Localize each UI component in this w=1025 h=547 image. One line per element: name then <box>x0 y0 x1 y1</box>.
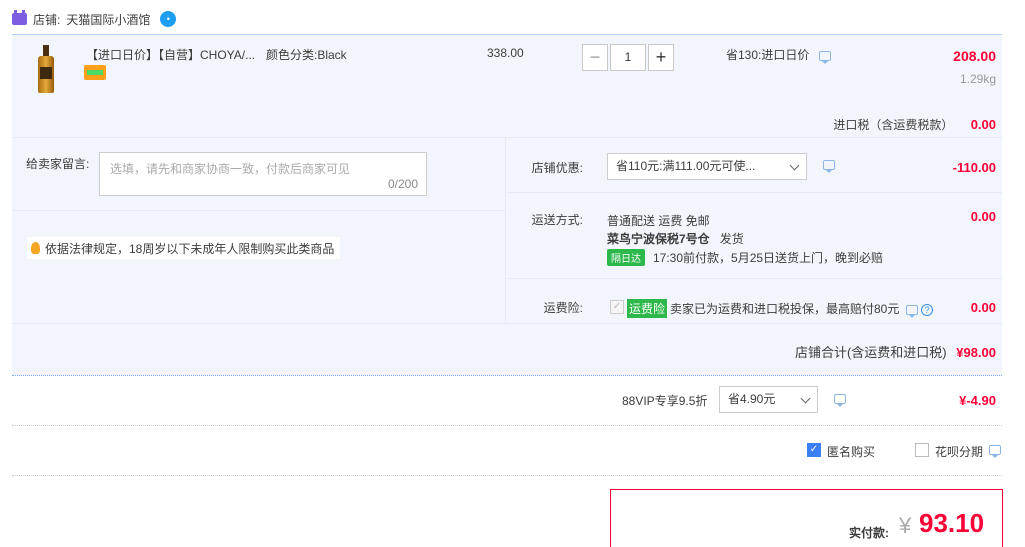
anonymous-label[interactable]: 匿名购买 <box>827 443 875 460</box>
shop-coupon-value: -110.00 <box>952 160 996 175</box>
payment-currency: ¥ <box>899 513 912 538</box>
shop-coupon-select[interactable]: 省110元:满111.00元可使... <box>607 153 807 180</box>
item-promo: 省130:进口日价 <box>726 46 831 64</box>
shipping-label: 运送方式: <box>531 213 583 227</box>
unit-price: 338.00 <box>487 46 524 60</box>
payment-label: 实付款: <box>849 526 889 540</box>
warehouse-name: 菜鸟宁波保税7号仓 <box>607 232 710 246</box>
divider <box>507 278 1002 279</box>
legal-note-text: 依据法律规定，18周岁以下未成年人限制购买此类商品 <box>45 241 335 256</box>
item-row: 【进口日价】【自营】CHOYA/... 颜色分类:Black 338.00 − … <box>12 35 1002 138</box>
shop-name[interactable]: 天猫国际小酒馆 <box>66 11 150 28</box>
divider <box>12 323 1002 324</box>
item-sku: 颜色分类:Black <box>266 48 347 62</box>
insurance-badge: 运费险 <box>627 299 668 318</box>
import-tax-label: 进口税（含运费税款） <box>833 118 954 132</box>
memo-field[interactable]: 选填，请先和商家协商一致，付款后商家可见 0/200 <box>99 152 427 196</box>
help-icon[interactable]: ? <box>921 303 934 316</box>
vip-selected: 省4.90元 <box>728 392 776 406</box>
shop-label: 店铺: <box>33 12 61 27</box>
memo-label: 给卖家留言: <box>26 157 90 171</box>
shop-total-value: ¥98.00 <box>956 345 996 360</box>
shop-header: 店铺: 天猫国际小酒馆 • <box>12 10 177 28</box>
shop-coupon-row: 店铺优惠: 省110元:满111.00元可使... -110.00 <box>507 138 1002 193</box>
installment-checkbox[interactable] <box>915 443 929 457</box>
order-box: 【进口日价】【自营】CHOYA/... 颜色分类:Black 338.00 − … <box>12 34 1002 376</box>
insurance-label: 运费险: <box>543 301 583 315</box>
shop-coupon-selected: 省110元:满111.00元可使... <box>616 159 756 173</box>
shipping-method: 普通配送 运费 免邮 <box>607 214 710 228</box>
insurance-value: 0.00 <box>970 300 996 315</box>
anonymous-checkbox[interactable]: ✓ <box>807 443 821 457</box>
divider <box>12 210 506 211</box>
shipping-warehouse: 菜鸟宁波保税7号仓 发货 <box>607 230 744 247</box>
quantity-input[interactable]: 1 <box>610 44 646 71</box>
installment-label[interactable]: 花呗分期 <box>935 443 983 460</box>
payment-summary: 实付款: ¥ 93.10 <box>610 489 1003 547</box>
comment-icon[interactable] <box>834 394 846 407</box>
wangwang-chat-icon[interactable]: • <box>160 11 177 27</box>
tmall-icon <box>12 10 27 25</box>
options-row: ✓ 匿名购买 花呗分期 <box>12 426 1002 476</box>
comment-icon[interactable] <box>818 50 831 64</box>
item-weight: 1.29kg <box>959 72 996 86</box>
shop-total: 店铺合计(含运费和进口税) ¥98.00 <box>795 342 996 361</box>
memo-placeholder: 选填，请先和商家协商一致，付款后商家可见 <box>110 162 351 176</box>
import-tax: 进口税（含运费税款） 0.00 <box>833 116 996 133</box>
shop-coupon-label: 店铺优惠: <box>531 161 583 175</box>
delivery-promise-text: 17:30前付款，5月25日送货上门，晚到必赔 <box>653 251 884 265</box>
vip-value: ¥-4.90 <box>959 393 996 408</box>
vip-discount-select[interactable]: 省4.90元 <box>719 386 818 413</box>
payment-value: 93.10 <box>919 508 985 538</box>
left-pane: 给卖家留言: 选填，请先和商家协商一致，付款后商家可见 0/200 依据法律规定… <box>12 138 506 323</box>
import-tax-value: 0.00 <box>970 117 996 132</box>
credit-card-icon <box>84 65 106 80</box>
quantity-minus-button[interactable]: − <box>582 44 608 71</box>
item-total: 208.00 <box>953 48 996 64</box>
delivery-promise: 隔日达 17:30前付款，5月25日送货上门，晚到必赔 <box>607 249 883 266</box>
vip-label: 88VIP专享9.5折 <box>622 394 708 408</box>
insurance-text: 卖家已为运费和进口税投保，最高赔付80元 <box>670 302 900 316</box>
shop-total-label: 店铺合计(含运费和进口税) <box>794 345 947 360</box>
next-day-badge: 隔日达 <box>607 249 645 266</box>
vip-discount-row: 88VIP专享9.5折 省4.90元 ¥-4.90 <box>12 376 1002 426</box>
insurance-checkbox: ✓ <box>610 300 624 314</box>
chevron-down-icon <box>800 393 811 404</box>
comment-icon[interactable] <box>989 445 1001 458</box>
product-image[interactable] <box>38 45 54 93</box>
dispatch-text: 发货 <box>719 232 744 246</box>
quantity-plus-button[interactable]: + <box>648 44 674 71</box>
chevron-down-icon <box>789 160 800 171</box>
legal-note: 依据法律规定，18周岁以下未成年人限制购买此类商品 <box>27 237 341 259</box>
shipping-value: 0.00 <box>970 209 996 224</box>
memo-char-count: 0/200 <box>387 177 418 191</box>
comment-icon[interactable] <box>905 304 918 318</box>
insurance-note: 卖家已为运费和进口税投保，最高赔付80元 ? <box>670 300 934 318</box>
quantity-stepper: − 1 + <box>582 44 674 71</box>
comment-icon[interactable] <box>823 160 835 173</box>
item-promo-text: 省130:进口日价 <box>726 48 810 62</box>
item-title[interactable]: 【进口日价】【自营】CHOYA/... <box>86 46 255 63</box>
right-pane: 店铺优惠: 省110元:满111.00元可使... -110.00 运送方式: … <box>507 138 1002 323</box>
lightbulb-icon <box>31 242 40 254</box>
